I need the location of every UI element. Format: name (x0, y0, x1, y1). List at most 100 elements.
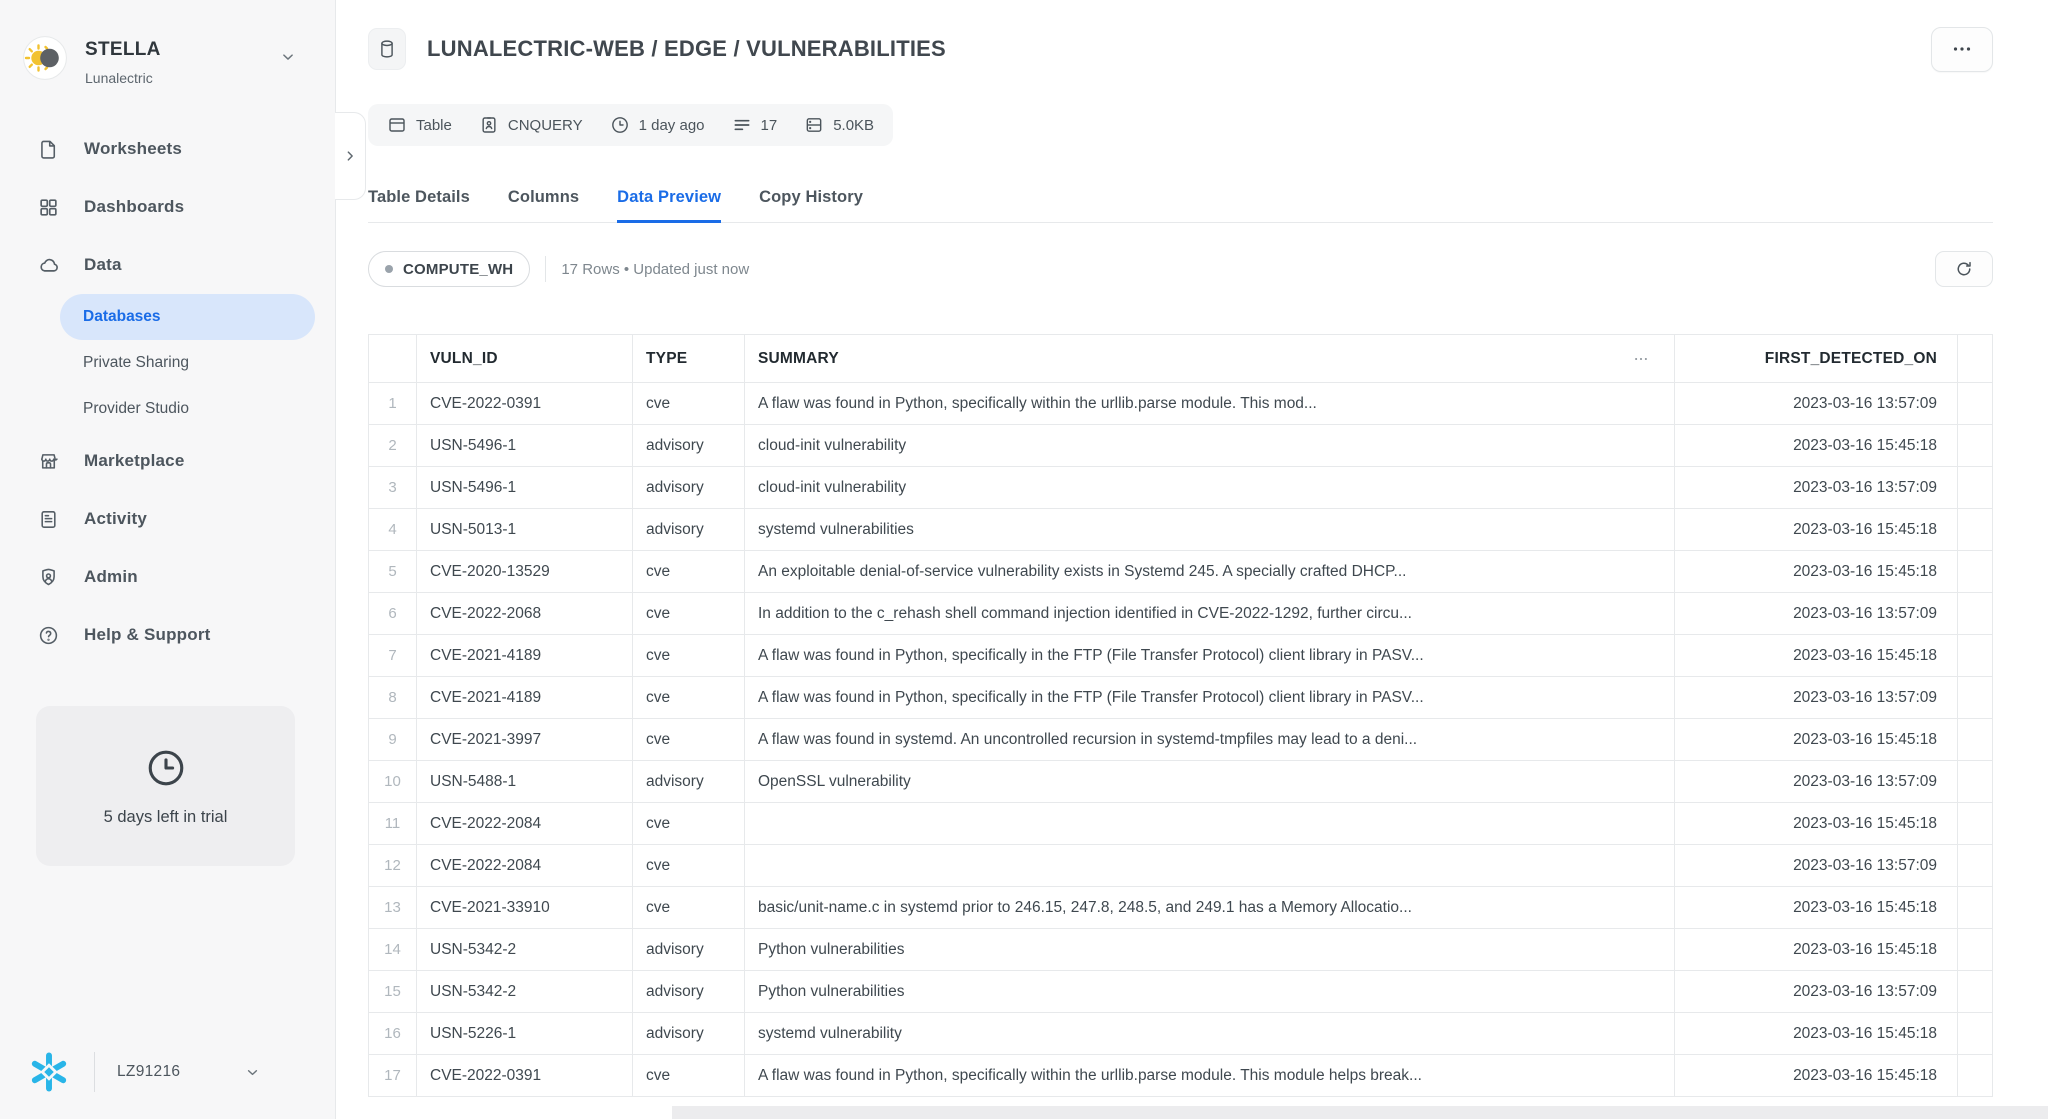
sidebar-item-provider-studio[interactable]: Provider Studio (60, 386, 315, 432)
cell-type[interactable]: cve (633, 845, 745, 887)
cell-vuln-id[interactable]: CVE-2021-4189 (417, 677, 633, 719)
cell-summary[interactable]: A flaw was found in Python, specifically… (745, 677, 1675, 719)
horizontal-scrollbar-track[interactable] (672, 1106, 2048, 1119)
cell-summary[interactable]: cloud-init vulnerability (745, 425, 1675, 467)
cell-summary[interactable]: systemd vulnerabilities (745, 509, 1675, 551)
cell-vuln-id[interactable]: USN-5342-2 (417, 971, 633, 1013)
table-row[interactable]: 9 CVE-2021-3997 cve A flaw was found in … (369, 719, 1993, 761)
cell-first-detected-on[interactable]: 2023-03-16 13:57:09 (1675, 761, 1958, 803)
cell-type[interactable]: cve (633, 887, 745, 929)
table-row[interactable]: 12 CVE-2022-2084 cve 2023-03-16 13:57:09 (369, 845, 1993, 887)
sidebar-item-marketplace[interactable]: Marketplace (0, 432, 335, 490)
table-row[interactable]: 10 USN-5488-1 advisory OpenSSL vulnerabi… (369, 761, 1993, 803)
cell-type[interactable]: advisory (633, 509, 745, 551)
table-row[interactable]: 15 USN-5342-2 advisory Python vulnerabil… (369, 971, 1993, 1013)
cell-summary[interactable]: A flaw was found in systemd. An uncontro… (745, 719, 1675, 761)
cell-type[interactable]: cve (633, 719, 745, 761)
cell-summary[interactable]: A flaw was found in Python, specifically… (745, 635, 1675, 677)
cell-summary[interactable]: An exploitable denial-of-service vulnera… (745, 551, 1675, 593)
cell-first-detected-on[interactable]: 2023-03-16 13:57:09 (1675, 677, 1958, 719)
table-row[interactable]: 16 USN-5226-1 advisory systemd vulnerabi… (369, 1013, 1993, 1055)
cell-summary[interactable]: In addition to the c_rehash shell comman… (745, 593, 1675, 635)
cell-vuln-id[interactable]: USN-5013-1 (417, 509, 633, 551)
cell-type[interactable]: cve (633, 635, 745, 677)
cell-type[interactable]: advisory (633, 1013, 745, 1055)
cell-vuln-id[interactable]: CVE-2022-2084 (417, 845, 633, 887)
cell-first-detected-on[interactable]: 2023-03-16 15:45:18 (1675, 551, 1958, 593)
cell-first-detected-on[interactable]: 2023-03-16 15:45:18 (1675, 929, 1958, 971)
table-row[interactable]: 6 CVE-2022-2068 cve In addition to the c… (369, 593, 1993, 635)
cell-vuln-id[interactable]: CVE-2022-2068 (417, 593, 633, 635)
cell-summary[interactable]: cloud-init vulnerability (745, 467, 1675, 509)
sidebar-item-dashboards[interactable]: Dashboards (0, 178, 335, 236)
cell-first-detected-on[interactable]: 2023-03-16 15:45:18 (1675, 509, 1958, 551)
cell-first-detected-on[interactable]: 2023-03-16 15:45:18 (1675, 425, 1958, 467)
cell-summary[interactable]: A flaw was found in Python, specifically… (745, 1055, 1675, 1097)
table-row[interactable]: 8 CVE-2021-4189 cve A flaw was found in … (369, 677, 1993, 719)
cell-first-detected-on[interactable]: 2023-03-16 13:57:09 (1675, 467, 1958, 509)
more-actions-button[interactable] (1931, 27, 1993, 72)
cell-summary[interactable] (745, 845, 1675, 887)
sidebar-item-data[interactable]: Data (0, 236, 335, 294)
trial-status-card[interactable]: 5 days left in trial (36, 706, 295, 866)
cell-summary[interactable]: basic/unit-name.c in systemd prior to 24… (745, 887, 1675, 929)
cell-type[interactable]: cve (633, 803, 745, 845)
cell-type[interactable]: advisory (633, 425, 745, 467)
tab-data-preview[interactable]: Data Preview (617, 188, 721, 223)
cell-summary[interactable]: Python vulnerabilities (745, 929, 1675, 971)
cell-type[interactable]: cve (633, 1055, 745, 1097)
cell-summary[interactable]: systemd vulnerability (745, 1013, 1675, 1055)
cell-first-detected-on[interactable]: 2023-03-16 13:57:09 (1675, 383, 1958, 425)
cell-first-detected-on[interactable]: 2023-03-16 15:45:18 (1675, 803, 1958, 845)
sidebar-item-help-support[interactable]: Help & Support (0, 606, 335, 664)
cell-vuln-id[interactable]: USN-5226-1 (417, 1013, 633, 1055)
cell-type[interactable]: advisory (633, 971, 745, 1013)
cell-summary[interactable]: Python vulnerabilities (745, 971, 1675, 1013)
table-row[interactable]: 3 USN-5496-1 advisory cloud-init vulnera… (369, 467, 1993, 509)
cell-vuln-id[interactable]: USN-5488-1 (417, 761, 633, 803)
column-header-summary[interactable]: SUMMARY (745, 335, 1675, 383)
cell-first-detected-on[interactable]: 2023-03-16 15:45:18 (1675, 1013, 1958, 1055)
cell-first-detected-on[interactable]: 2023-03-16 13:57:09 (1675, 593, 1958, 635)
column-menu-icon[interactable] (1632, 350, 1650, 368)
cell-first-detected-on[interactable]: 2023-03-16 15:45:18 (1675, 635, 1958, 677)
cell-summary[interactable] (745, 803, 1675, 845)
table-row[interactable]: 2 USN-5496-1 advisory cloud-init vulnera… (369, 425, 1993, 467)
warehouse-selector[interactable]: COMPUTE_WH (368, 251, 530, 287)
account-selector[interactable]: LZ91216 (0, 1049, 335, 1119)
table-row[interactable]: 4 USN-5013-1 advisory systemd vulnerabil… (369, 509, 1993, 551)
refresh-button[interactable] (1935, 251, 1993, 287)
cell-type[interactable]: cve (633, 677, 745, 719)
cell-summary[interactable]: A flaw was found in Python, specifically… (745, 383, 1675, 425)
table-row[interactable]: 13 CVE-2021-33910 cve basic/unit-name.c … (369, 887, 1993, 929)
column-header-vuln-id[interactable]: VULN_ID (417, 335, 633, 383)
sidebar-item-private-sharing[interactable]: Private Sharing (60, 340, 315, 386)
cell-summary[interactable]: OpenSSL vulnerability (745, 761, 1675, 803)
cell-vuln-id[interactable]: CVE-2022-2084 (417, 803, 633, 845)
table-row[interactable]: 14 USN-5342-2 advisory Python vulnerabil… (369, 929, 1993, 971)
cell-first-detected-on[interactable]: 2023-03-16 15:45:18 (1675, 719, 1958, 761)
cell-vuln-id[interactable]: USN-5342-2 (417, 929, 633, 971)
sidebar-item-databases[interactable]: Databases (60, 294, 315, 340)
cell-first-detected-on[interactable]: 2023-03-16 13:57:09 (1675, 845, 1958, 887)
tab-columns[interactable]: Columns (508, 188, 579, 223)
cell-vuln-id[interactable]: CVE-2022-0391 (417, 383, 633, 425)
cell-vuln-id[interactable]: CVE-2021-33910 (417, 887, 633, 929)
cell-first-detected-on[interactable]: 2023-03-16 15:45:18 (1675, 1055, 1958, 1097)
cell-vuln-id[interactable]: USN-5496-1 (417, 425, 633, 467)
tab-table-details[interactable]: Table Details (368, 188, 470, 223)
column-header-first-detected-on[interactable]: FIRST_DETECTED_ON (1675, 335, 1958, 383)
table-row[interactable]: 1 CVE-2022-0391 cve A flaw was found in … (369, 383, 1993, 425)
cell-type[interactable]: cve (633, 593, 745, 635)
cell-vuln-id[interactable]: CVE-2022-0391 (417, 1055, 633, 1097)
cell-type[interactable]: advisory (633, 761, 745, 803)
cell-vuln-id[interactable]: CVE-2021-3997 (417, 719, 633, 761)
cell-vuln-id[interactable]: USN-5496-1 (417, 467, 633, 509)
account-switcher[interactable]: STELLA Lunalectric (0, 0, 335, 86)
cell-type[interactable]: cve (633, 551, 745, 593)
tab-copy-history[interactable]: Copy History (759, 188, 863, 223)
sidebar-item-activity[interactable]: Activity (0, 490, 335, 548)
cell-first-detected-on[interactable]: 2023-03-16 13:57:09 (1675, 971, 1958, 1013)
sidebar-item-worksheets[interactable]: Worksheets (0, 120, 335, 178)
table-row[interactable]: 5 CVE-2020-13529 cve An exploitable deni… (369, 551, 1993, 593)
